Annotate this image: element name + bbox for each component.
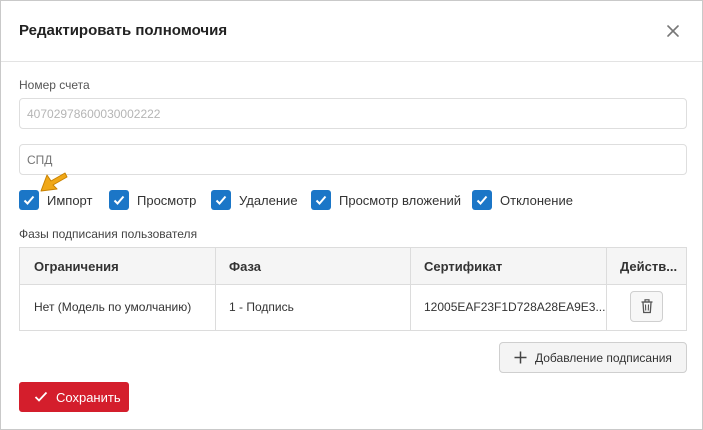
save-label: Сохранить — [56, 389, 121, 405]
checkmark-icon — [109, 190, 129, 210]
signing-phases-table: Ограничения Фаза Сертификат Действ... Не… — [19, 247, 687, 331]
plus-icon — [514, 351, 527, 364]
close-icon[interactable] — [663, 21, 683, 41]
add-signing-label: Добавление подписания — [535, 350, 672, 365]
checkmark-icon — [211, 190, 231, 210]
mouse-cursor-icon — [37, 169, 71, 197]
cell-phase: 1 - Подпись — [229, 300, 294, 314]
checkmark-icon — [19, 190, 39, 210]
trash-icon — [640, 299, 654, 314]
cell-restriction: Нет (Модель по умолчанию) — [34, 300, 192, 314]
checkbox-reject[interactable]: Отклонение — [472, 189, 573, 211]
account-number-field[interactable] — [19, 98, 687, 129]
spd-field[interactable] — [19, 144, 687, 175]
add-signing-button[interactable]: Добавление подписания — [499, 342, 687, 373]
checkmark-icon — [472, 190, 492, 210]
checkbox-view[interactable]: Просмотр — [109, 189, 196, 211]
column-header-certificate[interactable]: Сертификат — [410, 248, 606, 285]
signing-phases-title: Фазы подписания пользователя — [19, 227, 198, 241]
column-header-restrictions[interactable]: Ограничения — [20, 248, 215, 285]
checkmark-icon — [34, 391, 48, 403]
checkbox-label: Отклонение — [500, 192, 573, 208]
checkbox-label: Просмотр вложений — [339, 192, 462, 208]
column-header-phase[interactable]: Фаза — [215, 248, 410, 285]
column-header-actions[interactable]: Действ... — [606, 248, 686, 285]
checkbox-delete[interactable]: Удаление — [211, 189, 298, 211]
table-header: Ограничения Фаза Сертификат Действ... — [20, 248, 686, 285]
edit-permissions-dialog: Редактировать полномочия Номер счета Имп… — [0, 0, 703, 430]
cell-certificate: 12005EAF23F1D728A28EA9E3... — [424, 300, 606, 314]
checkmark-icon — [311, 190, 331, 210]
checkbox-label: Просмотр — [137, 192, 197, 208]
save-button[interactable]: Сохранить — [19, 382, 129, 412]
checkbox-label: Удаление — [239, 192, 298, 208]
account-number-label: Номер счета — [19, 78, 90, 92]
checkbox-view-attachments[interactable]: Просмотр вложений — [311, 189, 461, 211]
dialog-header: Редактировать полномочия — [1, 1, 702, 62]
dialog-title: Редактировать полномочия — [19, 22, 228, 39]
column-divider — [606, 248, 607, 330]
delete-row-button[interactable] — [630, 291, 663, 322]
